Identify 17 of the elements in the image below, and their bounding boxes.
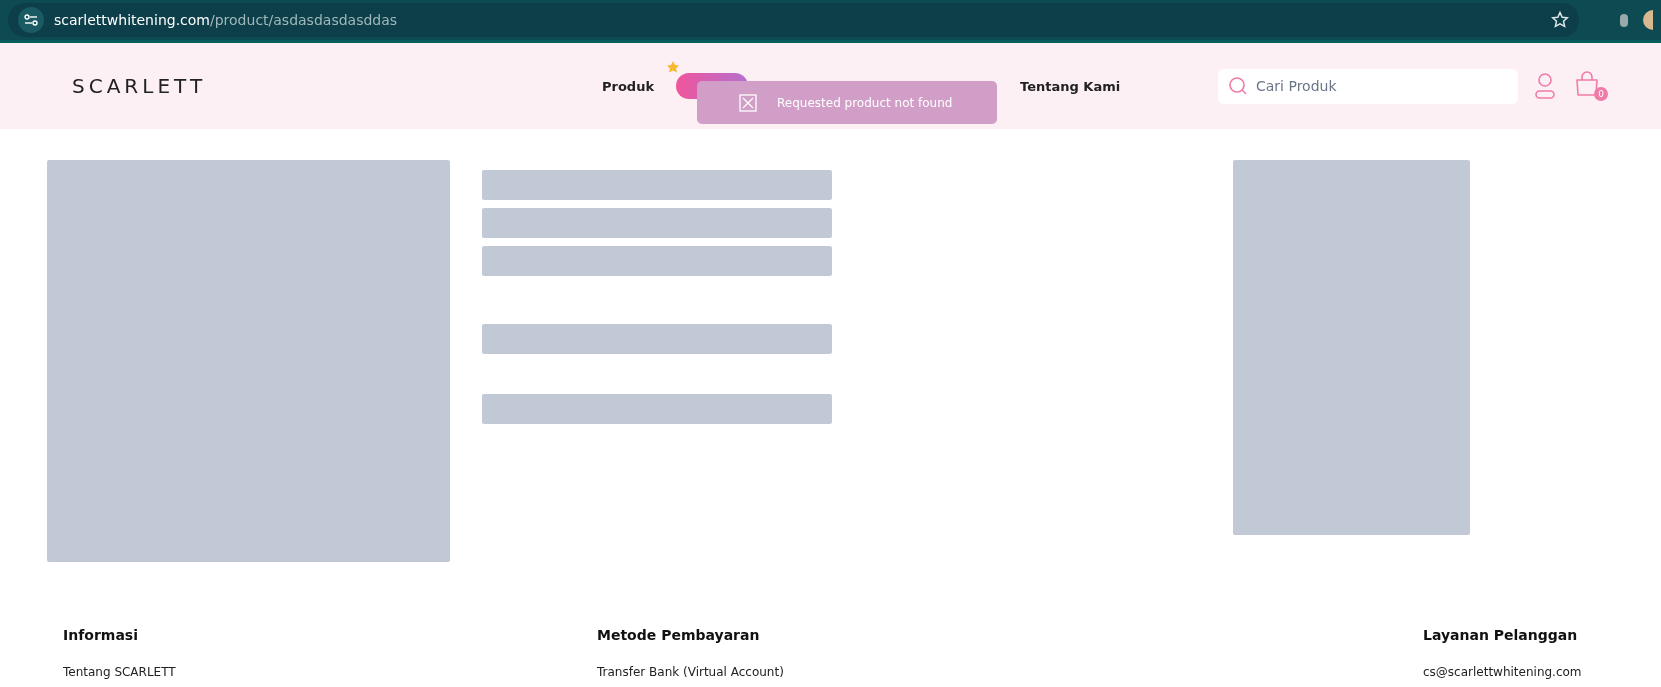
logo[interactable]: SCARLETT xyxy=(72,74,592,98)
footer-link[interactable]: Transfer Bank (Virtual Account) xyxy=(597,665,784,679)
footer-heading: Informasi xyxy=(63,627,139,643)
nav-link[interactable]: Produk xyxy=(602,78,655,94)
nav-link[interactable]: Tentang Kami xyxy=(1020,78,1121,94)
search-field[interactable]: Cari Produk xyxy=(1218,68,1518,104)
footer-link[interactable]: Tentang SCARLETT xyxy=(63,665,176,679)
star-icon xyxy=(666,61,681,73)
site-settings-icon[interactable] xyxy=(18,7,44,33)
footer-link[interactable]: cs@scarlettwhitening.com xyxy=(1423,665,1582,679)
cart-count-badge: 0 xyxy=(1594,87,1608,101)
extension-icon[interactable] xyxy=(1619,12,1629,28)
footer-heading: Layanan Pelanggan xyxy=(1423,627,1579,643)
toast-message: Requested product not found xyxy=(777,95,953,110)
footer-heading: Metode Pembayaran xyxy=(597,627,761,643)
bookmark-star-icon[interactable] xyxy=(1551,11,1569,29)
address-field[interactable]: scarlettwhitening.com/product/asdasdasdasddas xyxy=(54,12,398,28)
